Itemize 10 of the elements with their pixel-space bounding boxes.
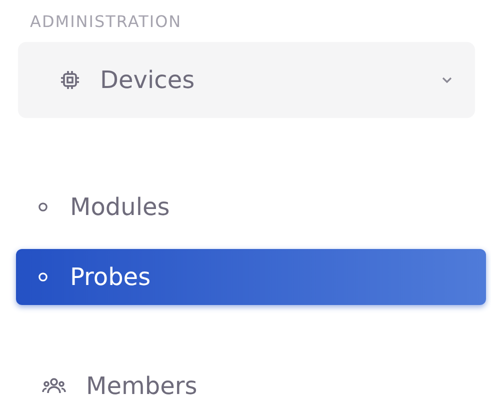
circle-icon [38,272,48,282]
menu-item[interactable]: Members [18,356,475,412]
section-title: ADMINISTRATION [29,10,183,32]
chevron-icon [441,76,453,84]
circle-icon [38,202,48,212]
people-icon [42,377,66,395]
menu-item[interactable]: Probes [16,249,486,305]
menu-group[interactable]: Devices [18,42,475,118]
chip-icon [60,70,80,90]
menu-item[interactable]: Modules [16,179,486,235]
